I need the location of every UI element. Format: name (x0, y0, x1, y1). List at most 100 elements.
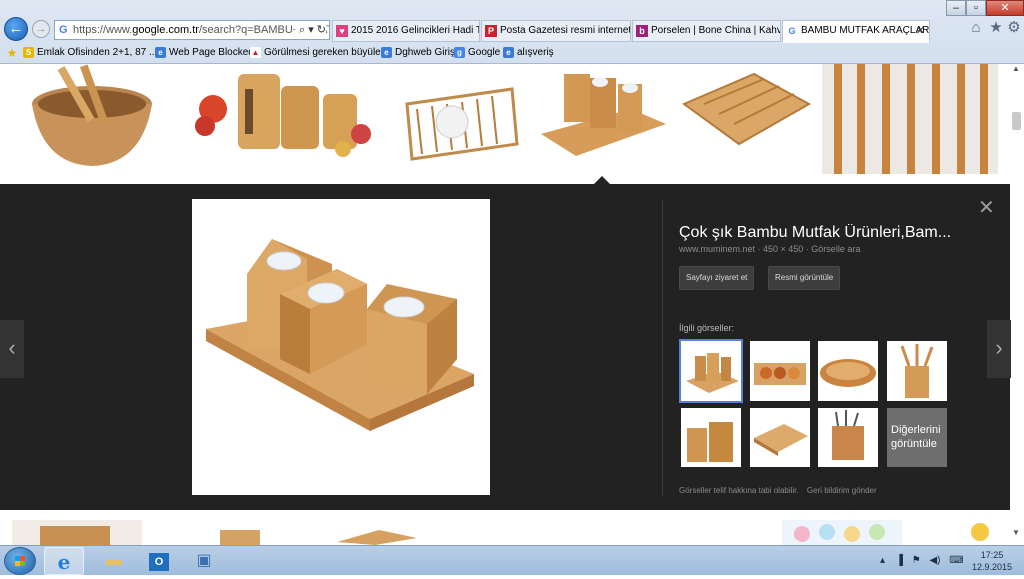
toy-image (971, 523, 989, 541)
clock-date: 12.9.2015 (971, 562, 1013, 572)
preview-image[interactable] (192, 199, 490, 495)
related-image-5[interactable] (681, 408, 741, 467)
home-icon[interactable]: ⌂ (968, 20, 984, 36)
network-icon[interactable]: ▐ (896, 555, 903, 566)
related-image-3[interactable] (818, 341, 878, 401)
dish-rack-image (405, 87, 519, 161)
tab-bambu[interactable]: G BAMBU MUTFAK ARAÇLAR... ✕ (782, 20, 930, 43)
favorite-google[interactable]: g Google (454, 46, 500, 60)
monitor-icon: ▣ (196, 552, 212, 569)
related-image-2[interactable] (750, 341, 810, 401)
taskbar-internet-explorer[interactable]: e (44, 547, 84, 575)
minimize-button[interactable]: ‒ (946, 0, 966, 16)
bamboo-salt-pepper-set-image (206, 239, 474, 431)
action-center-flag-icon[interactable]: ⚑ (912, 555, 921, 566)
forward-button[interactable]: → (32, 20, 50, 38)
pastel-items-image (794, 524, 885, 542)
porselen-favicon-icon: b (636, 25, 648, 37)
result-thumb-salt-pepper-tray[interactable] (536, 64, 671, 174)
google-favicon-icon: g (454, 47, 465, 58)
salad-bowl-image (32, 64, 152, 166)
favorite-emlak[interactable]: S Emlak Ofisinden 2+1, 87 ... (23, 46, 157, 60)
window-close-button[interactable]: ✕ (986, 0, 1024, 16)
related-images-label: İlgili görseller: (679, 323, 735, 333)
result-thumb-bottom-2[interactable] (150, 520, 320, 545)
favorites-bar: ★ S Emlak Ofisinden 2+1, 87 ... e Web Pa… (0, 43, 1024, 63)
selection-caret (594, 176, 610, 184)
scrollbar-thumb[interactable] (1012, 112, 1021, 130)
scroll-up-arrow-icon[interactable]: ▲ (1008, 64, 1024, 76)
clock-time: 17:25 (980, 550, 1004, 560)
next-image-arrow-icon[interactable]: › (987, 320, 1011, 378)
tab-gelincikleri[interactable]: ♥ 2015 2016 Gelincikleri Hadi To... (332, 20, 480, 42)
google-favicon-icon: G (786, 25, 798, 37)
result-thumb-salad-bowl[interactable] (12, 64, 170, 174)
favorite-alisveris[interactable]: e alışveriş (503, 46, 554, 60)
favorite-web-page-blocked[interactable]: e Web Page Blocked (155, 46, 254, 60)
result-thumb-bottom-3[interactable] (329, 520, 421, 545)
cutlery-tray-image (681, 72, 812, 146)
scroll-down-arrow-icon[interactable]: ▼ (1008, 528, 1024, 540)
close-preview-icon[interactable]: ✕ (978, 198, 995, 218)
address-prefix: https://www. (73, 24, 133, 36)
add-favorites-star-icon[interactable]: ★ (4, 45, 20, 61)
related-image-4[interactable] (887, 341, 947, 401)
result-thumb-bottom-6[interactable] (782, 520, 902, 545)
close-tab-icon[interactable]: ✕ (916, 21, 925, 41)
related-image-6[interactable] (750, 408, 810, 467)
tab-label: Porselen | Bone China | Kahvalt... (651, 25, 780, 36)
send-feedback-link[interactable]: Geri bildirim gönder (807, 486, 877, 495)
favorite-dghweb[interactable]: e Dghweb Giriş (381, 46, 455, 60)
result-thumb-bottom-4[interactable] (430, 520, 554, 545)
related-image-1[interactable] (679, 339, 743, 403)
related-organizer-image (687, 422, 733, 462)
ie-page-icon: e (503, 47, 514, 58)
preview-meta: www.muminem.net · 450 × 450 · Görselle a… (679, 244, 861, 254)
tab-label: BAMBU MUTFAK ARAÇLAR... (801, 25, 930, 36)
favorite-label: Görülmesi gereken büyüle... (264, 47, 390, 58)
image-preview-panel: ‹ › ✕ Çok şık Bambu Mutfak Ürünleri,Bam.… (0, 184, 1011, 510)
address-host: google.com.tr (132, 24, 199, 36)
taskbar-file-explorer[interactable]: ▬ (94, 547, 134, 575)
maximize-button[interactable]: ▫ (966, 0, 986, 16)
cutting-board-image (337, 530, 417, 545)
preview-title[interactable]: Çok şık Bambu Mutfak Ürünleri,Bam... (679, 224, 979, 242)
result-thumb-bottom-7[interactable] (910, 520, 1006, 545)
result-thumb-canisters[interactable] (183, 64, 383, 174)
result-thumb-bottom-1[interactable] (12, 520, 142, 545)
posta-favicon-icon: P (485, 25, 497, 37)
result-thumb-bottom-5[interactable] (563, 520, 773, 545)
settings-gear-icon[interactable]: ⚙ (1006, 20, 1022, 36)
visit-page-button[interactable]: Sayfayı ziyaret et (679, 266, 755, 290)
keyboard-icon[interactable]: ⌨ (949, 555, 963, 566)
address-bar[interactable]: G https://www.google.com.tr/search?q=BAM… (54, 20, 330, 40)
result-thumb-utensils[interactable] (822, 64, 998, 174)
google-favicon-icon: G (59, 24, 68, 36)
tab-posta[interactable]: P Posta Gazetesi resmi internet si... (481, 20, 631, 42)
taskbar-remote-desktop[interactable]: ▣ (184, 547, 224, 575)
favorite-gorulmesi[interactable]: ▲ Görülmesi gereken büyüle... (250, 46, 389, 60)
favorite-label: Web Page Blocked (169, 47, 254, 58)
salt-pepper-tray-image (541, 74, 666, 156)
show-hidden-icons-arrow-icon[interactable]: ▴ (880, 555, 885, 566)
copyright-text: Görseller telif hakkına tabi olabilir. (679, 486, 799, 495)
taskbar-outlook[interactable]: O (139, 547, 179, 575)
related-image-7[interactable] (818, 408, 878, 467)
volume-icon[interactable]: ◀) (929, 555, 940, 566)
view-more-related-tile[interactable]: Diğerlerini görüntüle (887, 408, 947, 467)
result-thumb-dish-rack[interactable] (392, 64, 529, 174)
tab-porselen[interactable]: b Porselen | Bone China | Kahvalt... (632, 20, 781, 42)
address-tools-icon[interactable]: ⌕ ▾ ↻ (294, 21, 326, 39)
favorite-label: Dghweb Giriş (395, 47, 456, 58)
back-button[interactable]: ← (4, 17, 28, 41)
previous-image-arrow-icon[interactable]: ‹ (0, 320, 24, 378)
folder-icon: ▬ (106, 552, 122, 569)
s-favicon-icon: S (23, 47, 34, 58)
view-image-button[interactable]: Resmi görüntüle (768, 266, 841, 290)
favorites-star-icon[interactable]: ★ (988, 20, 1004, 36)
start-button[interactable] (4, 547, 36, 575)
panel-divider (662, 200, 663, 496)
tab-label: Posta Gazetesi resmi internet si... (500, 25, 631, 36)
result-thumb-cutlery-tray[interactable] (679, 64, 814, 174)
taskbar-clock[interactable]: 17:25 12.9.2015 (970, 549, 1014, 573)
